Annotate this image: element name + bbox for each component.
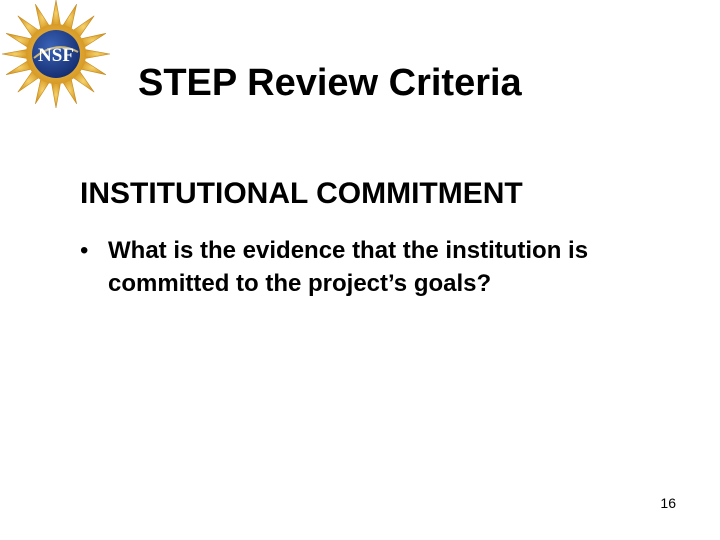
slide-title: STEP Review Criteria <box>138 62 522 104</box>
bullet-marker: • <box>80 237 89 264</box>
slide-number: 16 <box>660 495 676 511</box>
nsf-logo-icon: NSF <box>1 0 111 109</box>
bullet-list: • What is the evidence that the institut… <box>80 234 680 300</box>
logo-ray <box>83 48 111 60</box>
bullet-text: What is the evidence that the institutio… <box>108 237 589 297</box>
logo-ray <box>1 48 29 60</box>
logo-text: NSF <box>38 45 74 66</box>
bullet-item: • What is the evidence that the institut… <box>80 234 680 300</box>
section-heading: INSTITUTIONAL COMMITMENT <box>80 177 523 210</box>
logo-ray <box>50 81 62 109</box>
nsf-logo: NSF <box>0 0 112 112</box>
logo-ray <box>50 0 62 27</box>
